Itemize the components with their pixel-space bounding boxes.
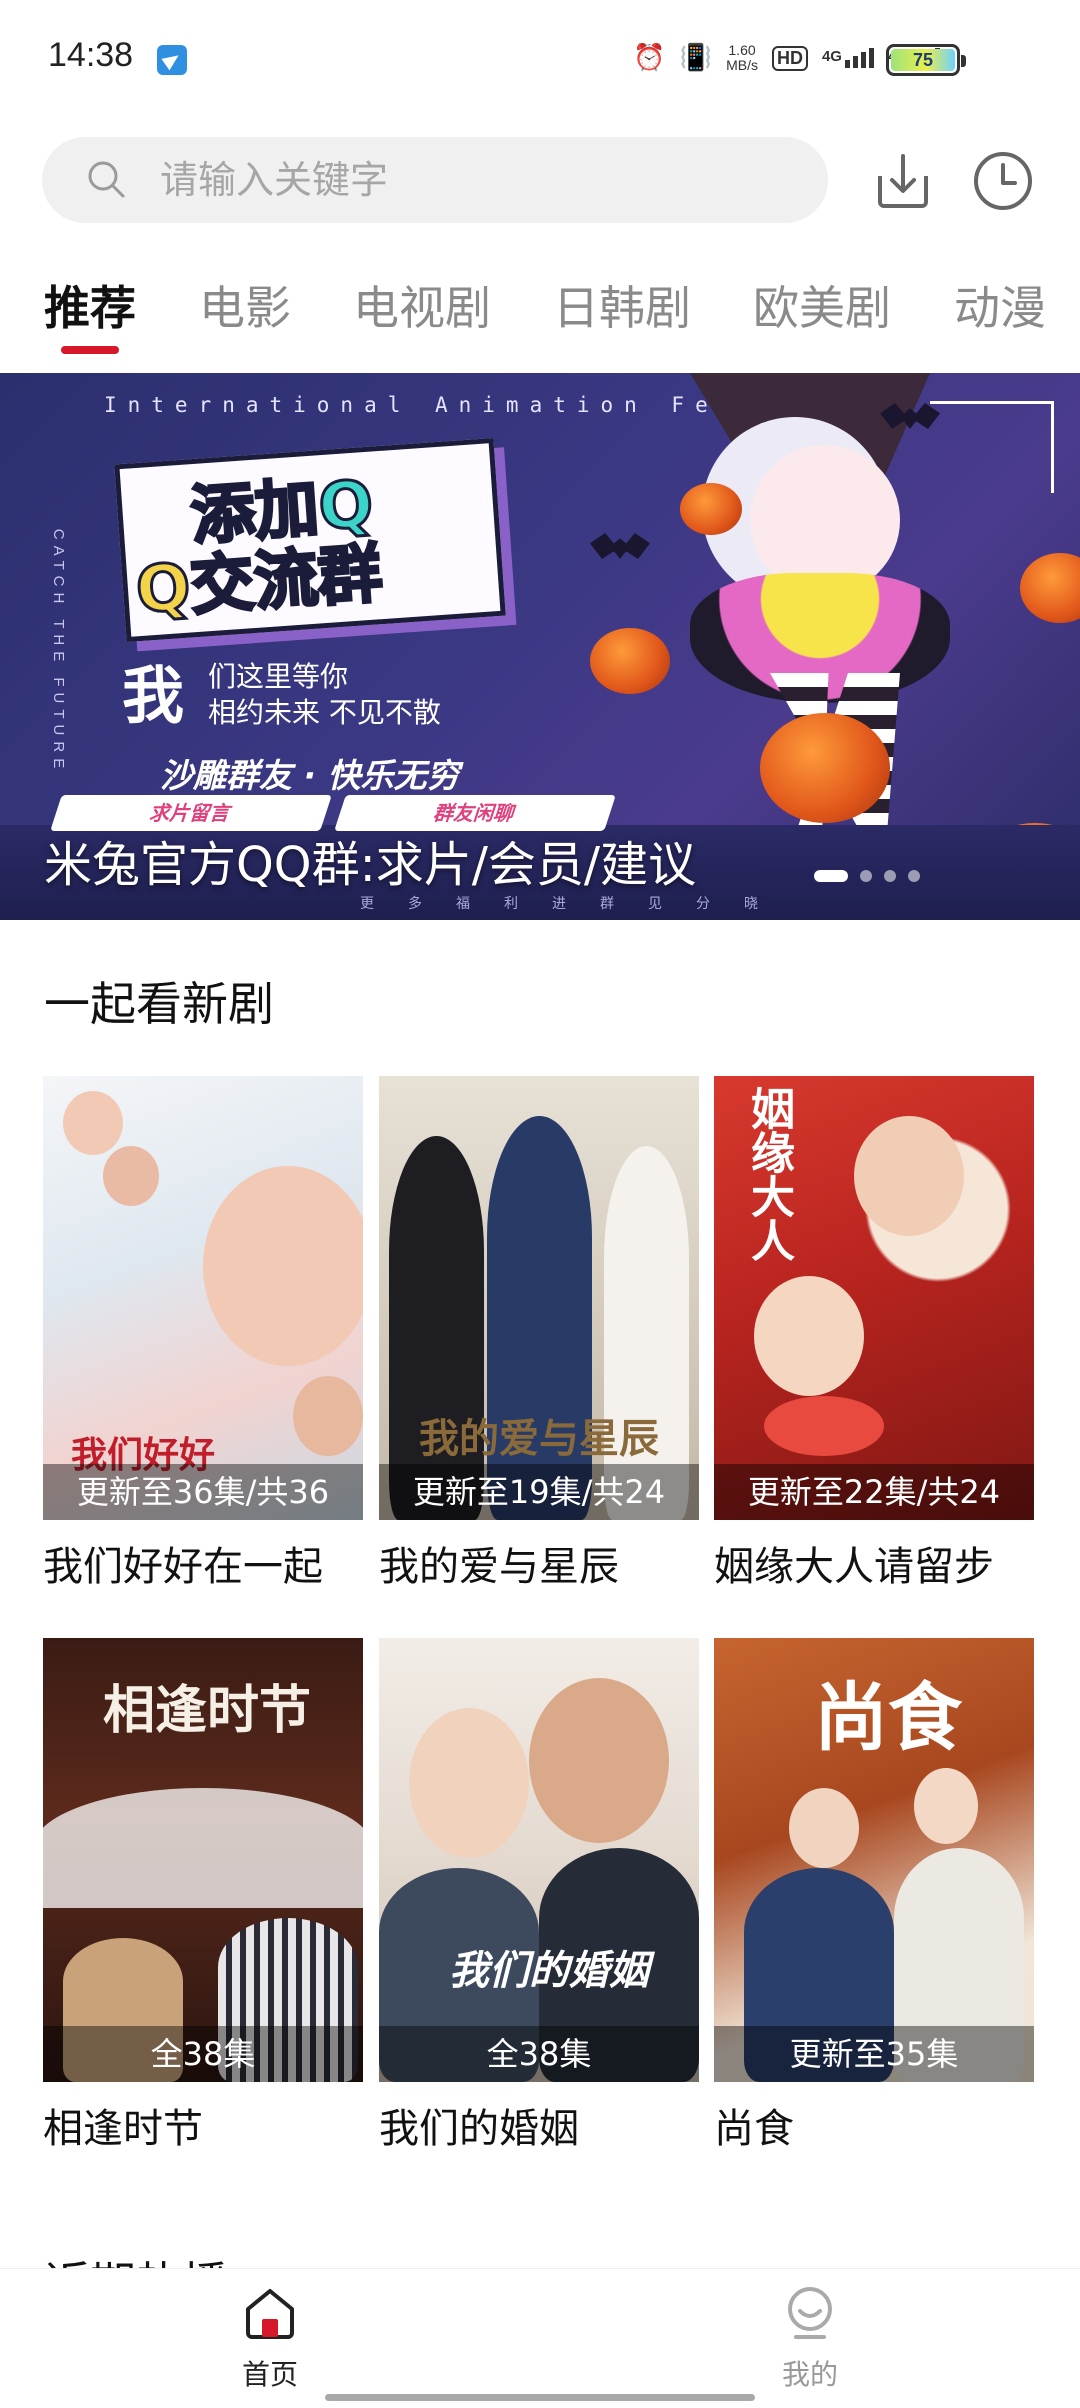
- net-speed-unit: MB/s: [726, 57, 758, 73]
- drama-card[interactable]: 尚食 更新至35集 尚食: [714, 1638, 1034, 2154]
- bat-illustration: [590, 533, 650, 559]
- banner-dot-active[interactable]: [814, 870, 848, 882]
- nav-home-label: 首页: [241, 2358, 298, 2391]
- drama-card[interactable]: 我们的婚姻 全38集 我们的婚姻: [379, 1638, 699, 2154]
- drama-title: 姻缘大人请留步: [714, 1544, 994, 1590]
- actor-face-illustration: [754, 1276, 864, 1396]
- banner-dot[interactable]: [860, 870, 872, 882]
- notification-app-icon: [157, 45, 187, 75]
- poster-title-art: 尚食: [814, 1675, 962, 1761]
- sim1-label: 4G: [821, 48, 842, 65]
- actor-face-illustration: [63, 1091, 123, 1155]
- hd-voice-icon: HD: [771, 45, 808, 71]
- banner-me-text: 我: [122, 659, 185, 732]
- category-tabs: 推荐 电影 电视剧 日韩剧 欧美剧 动漫: [0, 262, 1080, 362]
- alarm-icon: ⏰: [633, 43, 666, 73]
- drama-card[interactable]: 相逢时节 全38集 相逢时节: [43, 1638, 363, 2154]
- episode-badge: 全38集: [379, 2026, 699, 2082]
- search-icon: [88, 161, 125, 198]
- tab-tv-series[interactable]: 电视剧: [353, 272, 491, 338]
- nav-home[interactable]: 首页: [190, 2283, 350, 2393]
- banner-slogan: 沙雕群友 · 快乐无穷: [160, 756, 460, 795]
- status-bar: 14:38 ⏰ 📳 1.60 MB/s HD 4G 4G 75: [0, 0, 1080, 120]
- drama-title: 相逢时节: [43, 2106, 203, 2152]
- episode-badge: 更新至35集: [714, 2026, 1034, 2082]
- poster-image[interactable]: 我的爱与星辰 更新至19集/共24: [379, 1076, 699, 1520]
- drama-card[interactable]: 我的爱与星辰 更新至19集/共24 我的爱与星辰: [379, 1076, 699, 1592]
- pumpkin-illustration: [1020, 553, 1080, 623]
- battery-level: 75: [891, 49, 955, 71]
- poster-image[interactable]: 相逢时节 全38集: [43, 1638, 363, 2082]
- actor-face-illustration: [203, 1166, 363, 1366]
- vibrate-icon: 📳: [679, 43, 713, 73]
- net-speed: 1.60 MB/s: [726, 43, 758, 73]
- drama-card[interactable]: 我们好好 更新至36集/共36 我们好好在一起: [43, 1076, 363, 1592]
- poster-title-art: 相逢时节: [103, 1681, 312, 1741]
- profile-icon: [788, 2287, 832, 2339]
- actor-face-illustration: [789, 1788, 859, 1868]
- signal-icon: 4G: [822, 48, 874, 68]
- poster-title-art: 姻缘大人: [743, 1086, 794, 1262]
- banner-carousel[interactable]: International Animation Festival CATCH T…: [0, 373, 1080, 920]
- banner-pagination: [814, 870, 920, 882]
- poster-title-art: 我们的婚姻: [449, 1948, 649, 1994]
- history-icon[interactable]: [972, 150, 1034, 212]
- download-icon[interactable]: [872, 150, 934, 212]
- banner-headline-2: Q交流群: [132, 536, 386, 630]
- actor-face-illustration: [529, 1678, 669, 1843]
- tab-recommend[interactable]: 推荐: [44, 272, 136, 338]
- poster-image[interactable]: 姻缘大人 更新至22集/共24: [714, 1076, 1034, 1520]
- tab-movies[interactable]: 电影: [199, 272, 291, 338]
- episode-badge: 更新至36集/共36: [43, 1464, 363, 1520]
- bottom-navigation: 首页 我的: [0, 2268, 1080, 2408]
- search-input[interactable]: [160, 137, 780, 223]
- status-time: 14:38: [48, 36, 134, 74]
- section-title: 一起看新剧: [44, 977, 274, 1031]
- banner-dot[interactable]: [908, 870, 920, 882]
- tab-active-indicator: [61, 346, 119, 354]
- tab-western-drama[interactable]: 欧美剧: [753, 272, 891, 338]
- actor-face-illustration: [914, 1768, 978, 1844]
- poster-image[interactable]: 尚食 更新至35集: [714, 1638, 1034, 2082]
- drama-title: 我的爱与星辰: [379, 1544, 619, 1590]
- banner-line-2: 相约未来 不见不散: [208, 696, 441, 729]
- actor-face-illustration: [293, 1376, 363, 1456]
- drama-card[interactable]: 姻缘大人 更新至22集/共24 姻缘大人请留步: [714, 1076, 1034, 1592]
- nav-profile[interactable]: 我的: [730, 2283, 890, 2393]
- tab-asian-drama[interactable]: 日韩剧: [553, 272, 691, 338]
- banner-caption: 米兔官方QQ群:求片/会员/建议: [44, 837, 697, 893]
- actor-face-illustration: [409, 1708, 529, 1858]
- episode-badge: 更新至19集/共24: [379, 1464, 699, 1520]
- pumpkin-illustration: [680, 483, 742, 535]
- drama-title: 我们的婚姻: [379, 2106, 579, 2152]
- actor-face-illustration: [854, 1116, 964, 1236]
- episode-badge: 更新至22集/共24: [714, 1464, 1034, 1520]
- poster-image[interactable]: 我们好好 更新至36集/共36: [43, 1076, 363, 1520]
- tab-anime[interactable]: 动漫: [954, 272, 1046, 338]
- episode-badge: 全38集: [43, 2026, 363, 2082]
- pumpkin-illustration: [590, 628, 670, 694]
- banner-line-1: 们这里等你: [208, 660, 349, 693]
- net-speed-value: 1.60: [728, 42, 756, 58]
- poster-title-art: 我的爱与星辰: [419, 1416, 659, 1462]
- drama-title: 尚食: [714, 2106, 794, 2152]
- battery-icon: 75: [886, 44, 966, 76]
- actor-face-illustration: [103, 1146, 159, 1206]
- banner-bottom-text: 更多福利进群见分晓: [360, 896, 792, 912]
- banner-headline-card: 添加Q Q交流群: [114, 437, 506, 643]
- home-indicator[interactable]: [325, 2394, 755, 2401]
- home-icon: [246, 2289, 294, 2339]
- banner-dot[interactable]: [884, 870, 896, 882]
- search-bar[interactable]: [42, 137, 828, 223]
- nav-profile-label: 我的: [781, 2358, 838, 2391]
- lantern-illustration: [764, 1396, 884, 1456]
- drama-title: 我们好好在一起: [43, 1544, 323, 1590]
- umbrella-illustration: [43, 1788, 363, 1908]
- banner-frame-decoration: [930, 401, 1054, 493]
- poster-image[interactable]: 我们的婚姻 全38集: [379, 1638, 699, 2082]
- pumpkin-illustration: [760, 713, 890, 823]
- banner-catch-text: CATCH THE FUTURE: [50, 528, 68, 775]
